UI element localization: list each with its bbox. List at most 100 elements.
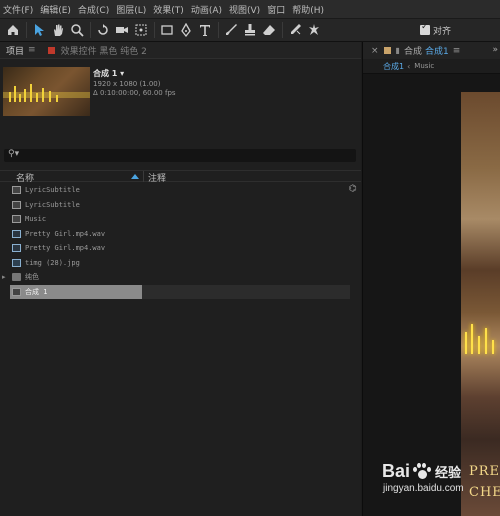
effects-color-swatch — [47, 46, 55, 54]
item-name: 纯色 — [25, 273, 39, 282]
rotate-tool-icon[interactable] — [94, 22, 111, 39]
audio-file-icon — [12, 229, 21, 238]
type-tool-icon[interactable] — [196, 22, 213, 39]
selection-highlight-comment — [142, 284, 350, 299]
list-item[interactable]: timg (28).jpg — [0, 256, 361, 271]
more-panels-icon[interactable]: » — [492, 45, 498, 55]
toolbar-divider — [26, 22, 27, 38]
item-info-duration: Δ 0:10:00:00, 60.00 fps — [93, 89, 176, 97]
item-info-dimensions: 1920 x 1080 (1.00) — [93, 80, 161, 88]
baidu-watermark: Bai 经验 jingyan.baidu.com — [382, 461, 464, 494]
composition-icon — [12, 200, 21, 209]
item-thumbnail — [3, 67, 90, 116]
menu-window[interactable]: 窗口 — [267, 3, 285, 16]
menu-layer[interactable]: 图层(L) — [116, 3, 146, 16]
comp-breadcrumb: 合成1 ‹ Music — [363, 59, 500, 74]
menu-bar: 文件(F) 编辑(E) 合成(C) 图层(L) 效果(T) 动画(A) 视图(V… — [0, 0, 500, 19]
puppet-tool-icon[interactable] — [305, 22, 322, 39]
toolbar-divider — [90, 22, 91, 38]
home-icon[interactable] — [4, 22, 21, 39]
pen-tool-icon[interactable] — [177, 22, 194, 39]
item-info-name: 合成 1 ▾ — [93, 69, 125, 78]
list-item[interactable]: LyricSubtitle — [0, 198, 361, 213]
menu-file[interactable]: 文件(F) — [3, 3, 33, 16]
rectangle-tool-icon[interactable] — [158, 22, 175, 39]
watermark-url: jingyan.baidu.com — [383, 483, 464, 494]
panel-menu-icon[interactable]: ≡ — [28, 45, 36, 55]
item-name: timg (28).jpg — [25, 258, 80, 267]
panel-menu-icon[interactable]: ≡ — [453, 46, 461, 56]
expand-arrow-icon[interactable]: ▸ — [2, 273, 6, 281]
clone-stamp-tool-icon[interactable] — [241, 22, 258, 39]
chevron-left-icon[interactable]: ‹ — [407, 62, 410, 71]
paw-icon — [411, 462, 432, 481]
item-name: Pretty Girl.mp4.wav — [25, 229, 106, 238]
search-icon: ⚲▾ — [8, 149, 20, 159]
comp-color-swatch — [383, 47, 391, 54]
item-name: Pretty Girl.mp4.wav — [25, 244, 106, 253]
list-item[interactable]: LyricSubtitle — [0, 183, 361, 198]
list-item[interactable]: ▸ 纯色 — [0, 270, 361, 285]
item-info: 合成 1 ▾ 1920 x 1080 (1.00) Δ 0:10:00:00, … — [93, 68, 176, 97]
folder-icon — [12, 273, 21, 282]
lock-icon[interactable]: ▮ — [396, 46, 400, 55]
toolbar-divider — [218, 22, 219, 38]
menu-animation[interactable]: 动画(A) — [191, 3, 222, 16]
image-file-icon — [12, 258, 21, 267]
menu-view[interactable]: 视图(V) — [229, 3, 260, 16]
composition-icon — [12, 186, 21, 195]
watermark-brand-left: Bai — [382, 461, 411, 481]
snap-checkbox[interactable] — [420, 22, 430, 35]
toolbar-divider — [282, 22, 283, 38]
composition-icon — [12, 287, 21, 296]
composition-viewer[interactable]: PRET CHE — [461, 92, 500, 516]
list-item[interactable]: Music — [0, 212, 361, 227]
pan-behind-tool-icon[interactable] — [132, 22, 149, 39]
item-name: LyricSubtitle — [25, 186, 80, 195]
project-search-input[interactable]: ⚲▾ — [4, 149, 356, 162]
viewer-text-line-2: CHE — [469, 485, 500, 500]
list-item[interactable]: Pretty Girl.mp4.wav — [0, 227, 361, 242]
tools-toolbar: 对齐 — [0, 19, 500, 42]
selection-tool-icon[interactable] — [30, 22, 47, 39]
list-item-selected[interactable]: 合成 1 — [0, 284, 361, 300]
toolbar-divider — [154, 22, 155, 38]
tab-comp1[interactable]: 合成1 — [425, 44, 449, 57]
project-items-list: LyricSubtitle LyricSubtitle Music Pretty… — [0, 183, 361, 299]
column-divider — [143, 171, 144, 182]
watermark-brand-right: 经验 — [435, 465, 462, 480]
item-name: LyricSubtitle — [25, 200, 80, 209]
composition-panel: × ▮ 合成 合成1 ≡ » 合成1 ‹ Music PRET CHE — [362, 42, 500, 516]
comp-panel-label: 合成 — [403, 47, 422, 57]
tab-project[interactable]: 项目 — [6, 44, 24, 57]
close-panel-icon[interactable]: × — [371, 46, 379, 56]
item-name: 合成 1 — [25, 287, 48, 296]
hand-tool-icon[interactable] — [49, 22, 66, 39]
composition-panel-tabs: × ▮ 合成 合成1 ≡ » — [363, 42, 500, 59]
breadcrumb-music[interactable]: Music — [414, 62, 434, 70]
list-item[interactable]: Pretty Girl.mp4.wav — [0, 241, 361, 256]
baidu-logo: Bai 经验 — [382, 461, 464, 482]
menu-edit[interactable]: 编辑(E) — [40, 3, 71, 16]
viewer-light-bars — [461, 312, 500, 362]
thumbnail-glow — [3, 92, 90, 98]
breadcrumb-comp1[interactable]: 合成1 — [383, 61, 404, 72]
composition-icon — [12, 215, 21, 224]
snap-label: 对齐 — [433, 26, 452, 37]
project-panel: 项目 ≡ 效果控件 黑色 纯色 2 合成 1 ▾ 1920 x 1080 (1.… — [0, 42, 361, 516]
viewer-text-line-1: PRET — [469, 464, 500, 479]
menu-effect[interactable]: 效果(T) — [153, 3, 184, 16]
audio-file-icon — [12, 244, 21, 253]
camera-tool-icon[interactable] — [113, 22, 130, 39]
brush-tool-icon[interactable] — [222, 22, 239, 39]
tab-effect-controls[interactable]: 效果控件 黑色 纯色 2 — [61, 44, 147, 57]
menu-help[interactable]: 帮助(H) — [292, 3, 324, 16]
sort-ascending-icon[interactable] — [131, 174, 139, 179]
zoom-tool-icon[interactable] — [68, 22, 85, 39]
menu-composition[interactable]: 合成(C) — [78, 3, 109, 16]
item-name: Music — [25, 215, 47, 224]
project-column-header: 名称 注释 — [0, 170, 361, 184]
project-panel-tabs: 项目 ≡ 效果控件 黑色 纯色 2 — [0, 42, 361, 59]
roto-brush-tool-icon[interactable] — [286, 22, 303, 39]
eraser-tool-icon[interactable] — [260, 22, 277, 39]
